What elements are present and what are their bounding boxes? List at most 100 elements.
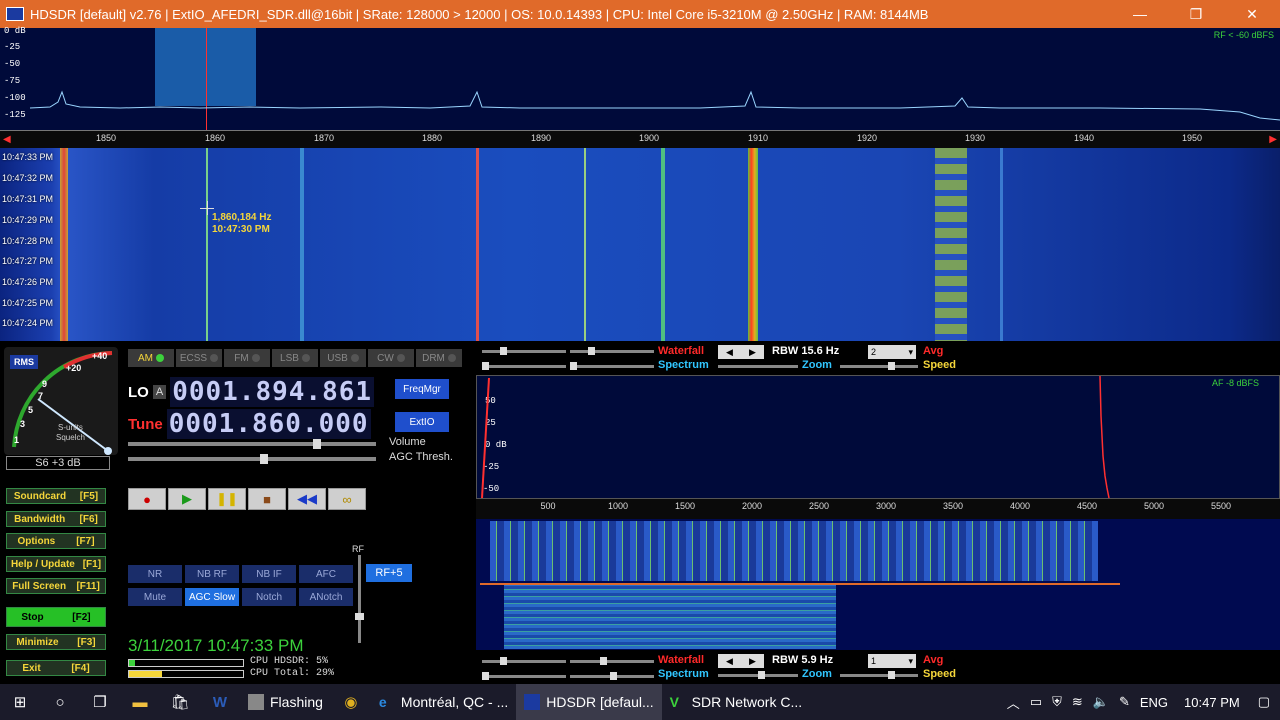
taskbar-app-flashing[interactable]: Flashing (240, 684, 331, 720)
slider-thumb[interactable] (600, 657, 607, 665)
avg-dropdown[interactable]: 2 ▾ (868, 345, 916, 359)
mode-lsb-button[interactable]: LSB (272, 349, 318, 367)
extio-button[interactable]: ExtIO (395, 412, 449, 432)
nb-rf-button[interactable]: NB RF (185, 565, 239, 583)
mode-usb-button[interactable]: USB (320, 349, 366, 367)
chevron-up-icon[interactable]: ︿ (1007, 693, 1020, 712)
record-button[interactable]: ● (128, 488, 166, 510)
word-icon[interactable]: W (200, 684, 240, 720)
rf-gain-slider-thumb[interactable] (355, 613, 364, 620)
spectrum-offset-slider[interactable] (570, 672, 654, 680)
agc-threshold-slider-thumb[interactable] (260, 454, 268, 464)
waterfall-range-slider[interactable] (482, 347, 566, 355)
minimize-button[interactable]: — (1112, 0, 1168, 28)
mode-fm-button[interactable]: FM (224, 349, 270, 367)
mute-button[interactable]: Mute (128, 588, 182, 606)
volume-slider[interactable] (128, 439, 376, 449)
slider-thumb[interactable] (482, 672, 489, 680)
shield-icon[interactable]: ⛨ (1052, 694, 1062, 710)
pause-button[interactable]: ❚❚ (208, 488, 246, 510)
windows-start-icon[interactable]: ⊞ (0, 684, 40, 720)
help-update-button[interactable]: Help / Update [F1] (6, 556, 106, 572)
taskbar-app-edge[interactable]: e Montréal, QC - ... (371, 684, 516, 720)
task-view-icon[interactable]: ❐ (80, 684, 120, 720)
arrow-left-icon[interactable]: ◀ (726, 347, 733, 358)
tune-frequency-display[interactable]: 0001.860.000 (166, 409, 371, 439)
scroll-right-icon[interactable]: ▶ (1269, 134, 1277, 145)
search-icon[interactable]: ○ (40, 684, 80, 720)
spectrum-range-slider[interactable] (482, 672, 566, 680)
wifi-icon[interactable]: ≋ (1072, 694, 1083, 710)
audio-waterfall-display[interactable] (476, 519, 1280, 650)
mode-drm-button[interactable]: DRM (416, 349, 462, 367)
mode-cw-button[interactable]: CW (368, 349, 414, 367)
waterfall-offset-slider[interactable] (570, 347, 654, 355)
zoom-slider-left[interactable] (718, 671, 798, 679)
agc-threshold-slider[interactable] (128, 454, 376, 464)
audio-spectrum-display[interactable]: 50 25 0 dB -25 -50 AF -8 dBFS (476, 375, 1280, 499)
nr-button[interactable]: NR (128, 565, 182, 583)
play-button[interactable]: ▶ (168, 488, 206, 510)
zoom-slider-left[interactable] (718, 365, 798, 368)
full-screen-button[interactable]: Full Screen [F11] (6, 578, 106, 594)
loop-button[interactable]: ∞ (328, 488, 366, 510)
rf-frequency-scale[interactable]: ◀ 1850 1860 1870 1880 1890 1900 1910 192… (0, 130, 1280, 148)
spectrum-offset-slider[interactable] (570, 362, 654, 370)
slider-thumb[interactable] (482, 362, 489, 370)
avg-dropdown[interactable]: 1 ▾ (868, 654, 916, 668)
clock[interactable]: 10:47 PM (1184, 695, 1240, 710)
volume-slider-thumb[interactable] (312, 439, 321, 449)
arrow-right-icon[interactable]: ▶ (749, 656, 756, 667)
spectrum-range-slider[interactable] (482, 362, 566, 370)
rf-gain-slider[interactable] (355, 555, 364, 643)
rbw-stepper[interactable]: ◀ ▶ (718, 345, 764, 359)
lo-frequency-display[interactable]: 0001.894.861 (170, 377, 375, 407)
slider-thumb[interactable] (500, 657, 507, 665)
notch-button[interactable]: Notch (242, 588, 296, 606)
slider-thumb[interactable] (570, 362, 577, 370)
waterfall-range-slider[interactable] (482, 657, 566, 665)
slider-thumb[interactable] (888, 362, 895, 370)
nb-if-button[interactable]: NB IF (242, 565, 296, 583)
chrome-icon[interactable]: ◉ (331, 684, 371, 720)
store-icon[interactable]: 🛍 (160, 684, 200, 720)
waterfall-offset-slider[interactable] (570, 657, 654, 665)
volume-icon[interactable]: 🔈 (1093, 694, 1109, 710)
scroll-left-icon[interactable]: ◀ (3, 134, 11, 145)
stop-button[interactable]: Stop [F2] (6, 607, 106, 627)
close-button[interactable]: ✕ (1224, 0, 1280, 28)
notifications-icon[interactable]: ▢ (1258, 694, 1270, 710)
file-explorer-icon[interactable]: ▬ (120, 684, 160, 720)
rf-waterfall-display[interactable]: 10:47:33 PM 10:47:32 PM 10:47:31 PM 10:4… (0, 148, 1280, 341)
rbw-stepper[interactable]: ◀ ▶ (718, 654, 764, 668)
device-icon[interactable]: ▭ (1030, 694, 1042, 710)
agc-slow-button[interactable]: AGC Slow (185, 588, 239, 606)
speed-slider[interactable] (840, 671, 918, 679)
options-button[interactable]: Options [F7] (6, 533, 106, 549)
taskbar-app-hdsdr[interactable]: HDSDR [defaul... (516, 684, 662, 720)
slider-thumb[interactable] (588, 347, 595, 355)
soundcard-button[interactable]: Soundcard [F5] (6, 488, 106, 504)
slider-thumb[interactable] (888, 671, 895, 679)
maximize-button[interactable]: ❐ (1168, 0, 1224, 28)
pen-icon[interactable]: ✎ (1119, 694, 1130, 710)
arrow-left-icon[interactable]: ◀ (726, 656, 733, 667)
arrow-right-icon[interactable]: ▶ (749, 347, 756, 358)
slider-thumb[interactable] (758, 671, 765, 679)
stop-playback-button[interactable]: ■ (248, 488, 286, 510)
slider-thumb[interactable] (500, 347, 507, 355)
speed-slider[interactable] (840, 362, 918, 370)
language-indicator[interactable]: ENG (1140, 695, 1168, 710)
rf-plus-button[interactable]: RF+5 (366, 564, 412, 582)
taskbar-app-sdr-network[interactable]: V SDR Network C... (662, 684, 810, 720)
rf-spectrum-display[interactable]: 0 dB -25 -50 -75 -100 -125 RF < -60 dBFS (0, 26, 1280, 130)
bandwidth-button[interactable]: Bandwidth [F6] (6, 511, 106, 527)
anotch-button[interactable]: ANotch (299, 588, 353, 606)
mode-am-button[interactable]: AM (128, 349, 174, 367)
afc-button[interactable]: AFC (299, 565, 353, 583)
freqmgr-button[interactable]: FreqMgr (395, 379, 449, 399)
slider-thumb[interactable] (610, 672, 617, 680)
mode-ecss-button[interactable]: ECSS (176, 349, 222, 367)
lo-ab-toggle[interactable]: A (152, 385, 167, 399)
rewind-button[interactable]: ◀◀ (288, 488, 326, 510)
